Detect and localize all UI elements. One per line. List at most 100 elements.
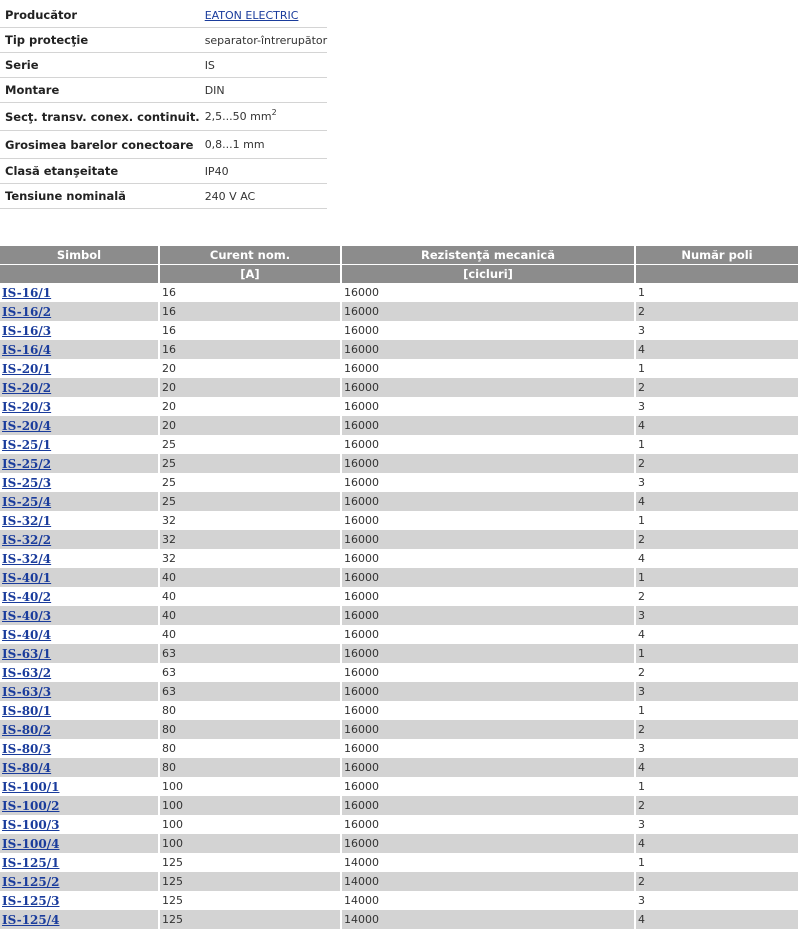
- cell-current: 40: [159, 587, 342, 606]
- cell-symbol: IS-63/1: [0, 644, 160, 663]
- product-link[interactable]: IS-20/2: [2, 381, 51, 395]
- product-link[interactable]: IS-16/1: [2, 286, 51, 300]
- table-row: IS-80/4 80 16000 4: [0, 758, 798, 777]
- product-link[interactable]: IS-80/2: [2, 723, 51, 737]
- cell-current: 20: [159, 416, 342, 435]
- cell-symbol: IS-40/1: [0, 568, 160, 587]
- cell-poles: 2: [635, 302, 798, 321]
- product-link[interactable]: IS-40/3: [2, 609, 51, 623]
- product-link[interactable]: IS-25/2: [2, 457, 51, 471]
- cell-symbol: IS-32/4: [0, 549, 160, 568]
- table-row: IS-40/3 40 16000 3: [0, 606, 798, 625]
- product-link[interactable]: IS-80/1: [2, 704, 51, 718]
- product-link[interactable]: IS-40/1: [2, 571, 51, 585]
- header-poles[interactable]: Număr poli: [635, 246, 798, 265]
- table-row: IS-100/4 100 16000 4: [0, 834, 798, 853]
- table-row: IS-63/1 63 16000 1: [0, 644, 798, 663]
- cell-poles: 3: [635, 682, 798, 701]
- product-link[interactable]: IS-63/1: [2, 647, 51, 661]
- product-link[interactable]: IS-125/2: [2, 875, 59, 889]
- product-link[interactable]: IS-100/2: [2, 799, 59, 813]
- product-link[interactable]: IS-16/4: [2, 343, 51, 357]
- cell-symbol: IS-80/3: [0, 739, 160, 758]
- cell-symbol: IS-20/1: [0, 359, 160, 378]
- product-link[interactable]: IS-25/3: [2, 476, 51, 490]
- product-link[interactable]: IS-63/3: [2, 685, 51, 699]
- cell-poles: 4: [635, 492, 798, 511]
- cell-current: 16: [159, 302, 342, 321]
- cell-mech-resistance: 16000: [341, 340, 636, 359]
- table-row: IS-25/2 25 16000 2: [0, 454, 798, 473]
- cell-poles: 4: [635, 340, 798, 359]
- cell-mech-resistance: 16000: [341, 568, 636, 587]
- table-row: IS-16/3 16 16000 3: [0, 321, 798, 340]
- product-link[interactable]: IS-20/3: [2, 400, 51, 414]
- cell-symbol: IS-20/2: [0, 378, 160, 397]
- product-link[interactable]: IS-32/1: [2, 514, 51, 528]
- product-link[interactable]: IS-80/3: [2, 742, 51, 756]
- product-link[interactable]: IS-125/1: [2, 856, 59, 870]
- specs-table: Producător EATON ELECTRIC Tip protecţie …: [0, 3, 328, 209]
- product-link[interactable]: IS-100/4: [2, 837, 59, 851]
- product-link[interactable]: IS-16/3: [2, 324, 51, 338]
- cell-mech-resistance: 14000: [341, 853, 636, 872]
- header-symbol[interactable]: Simbol: [0, 246, 160, 265]
- cell-symbol: IS-40/2: [0, 587, 160, 606]
- cell-mech-resistance: 16000: [341, 682, 636, 701]
- header-current[interactable]: Curent nom.: [159, 246, 342, 265]
- product-link[interactable]: IS-80/4: [2, 761, 51, 775]
- cell-current: 80: [159, 701, 342, 720]
- product-link[interactable]: IS-125/3: [2, 894, 59, 908]
- cell-current: 40: [159, 568, 342, 587]
- cell-current: 63: [159, 663, 342, 682]
- cell-current: 32: [159, 530, 342, 549]
- cell-current: 25: [159, 473, 342, 492]
- cell-poles: 2: [638, 666, 645, 679]
- product-link[interactable]: IS-25/1: [2, 438, 51, 452]
- spec-value: separator-întrerupător: [199, 27, 328, 53]
- cell-current: 20: [159, 397, 342, 416]
- spec-value: IS: [199, 52, 328, 78]
- product-link[interactable]: IS-25/4: [2, 495, 51, 509]
- cell-poles: 3: [638, 818, 645, 831]
- product-link[interactable]: IS-100/1: [2, 780, 59, 794]
- cell-symbol: IS-63/3: [0, 682, 160, 701]
- product-link[interactable]: IS-16/2: [2, 305, 51, 319]
- spec-row-sealing: Clasă etanşeitate IP40: [0, 158, 328, 184]
- product-link[interactable]: IS-40/2: [2, 590, 51, 604]
- cell-mech-resistance: 16000: [341, 796, 636, 815]
- section-value-text: 2,5...50 mm: [204, 110, 272, 123]
- cell-current: 40: [159, 625, 342, 644]
- producer-link[interactable]: EATON ELECTRIC: [205, 9, 299, 22]
- cell-current: 20: [159, 359, 342, 378]
- cell-poles: 1: [635, 568, 798, 587]
- product-link[interactable]: IS-20/1: [2, 362, 51, 376]
- product-link[interactable]: IS-100/3: [2, 818, 59, 832]
- spec-row-voltage: Tensiune nominală 240 V AC: [0, 183, 328, 209]
- cell-poles: 1: [638, 514, 645, 527]
- table-row: IS-125/4 125 14000 4: [0, 910, 798, 929]
- spec-label: Secţ. transv. conex. continuit.: [0, 102, 200, 131]
- cell-poles: 2: [635, 530, 798, 549]
- cell-current: 100: [159, 777, 342, 796]
- product-link[interactable]: IS-32/2: [2, 533, 51, 547]
- cell-poles: 1: [638, 362, 645, 375]
- cell-mech-resistance: 16000: [341, 625, 636, 644]
- cell-current: 125: [159, 853, 342, 872]
- product-link[interactable]: IS-32/4: [2, 552, 51, 566]
- product-link[interactable]: IS-63/2: [2, 666, 51, 680]
- header-mech-resistance[interactable]: Rezistenţă mecanică: [341, 246, 636, 265]
- cell-mech-resistance: 16000: [341, 530, 636, 549]
- table-row: IS-20/2 20 16000 2: [0, 378, 798, 397]
- cell-mech-resistance: 14000: [341, 910, 636, 929]
- table-row: IS-100/2 100 16000 2: [0, 796, 798, 815]
- product-link[interactable]: IS-125/4: [2, 913, 59, 927]
- cell-symbol: IS-25/3: [0, 473, 160, 492]
- product-link[interactable]: IS-40/4: [2, 628, 51, 642]
- table-row: IS-16/2 16 16000 2: [0, 302, 798, 321]
- table-row: IS-125/3 125 14000 3: [0, 891, 798, 910]
- cell-mech-resistance: 16000: [341, 701, 636, 720]
- cell-current: 40: [159, 606, 342, 625]
- product-link[interactable]: IS-20/4: [2, 419, 51, 433]
- cell-symbol: IS-25/1: [0, 435, 160, 454]
